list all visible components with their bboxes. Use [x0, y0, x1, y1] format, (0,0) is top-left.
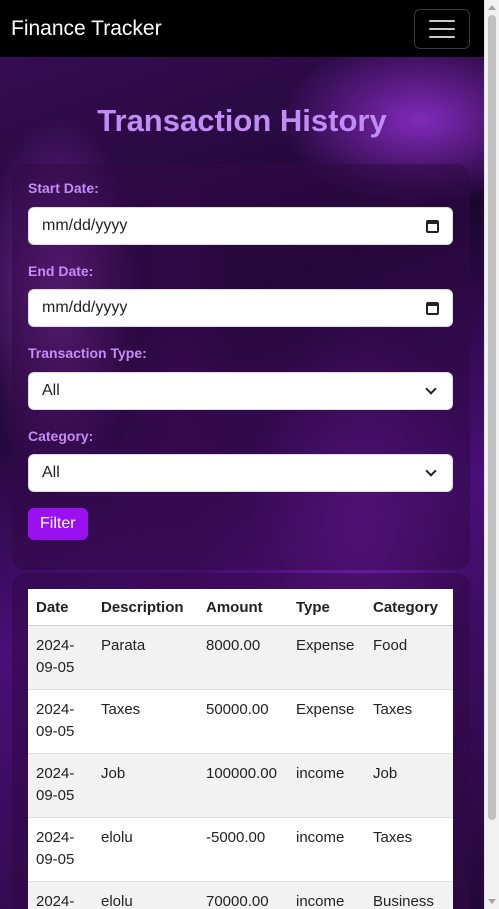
- cell-category: Job: [365, 753, 453, 818]
- cell-type: income: [288, 817, 365, 882]
- cell-category: Business: [365, 881, 453, 909]
- navbar: Finance Tracker: [0, 0, 484, 57]
- cell-amount: 8000.00: [198, 625, 288, 690]
- table-row: 2024-09-05 elolu -5000.00 income Taxes: [28, 817, 453, 882]
- start-date-placeholder: mm/dd/yyyy: [42, 217, 128, 234]
- table-row: 2024-09-05 Taxes 50000.00 Expense Taxes: [28, 689, 453, 754]
- cell-category: Taxes: [365, 817, 453, 882]
- category-select[interactable]: All: [28, 454, 453, 492]
- cell-category: Food: [365, 625, 453, 690]
- cell-amount: 50000.00: [198, 689, 288, 754]
- hamburger-menu-icon: [429, 35, 455, 38]
- cell-description: elolu: [93, 881, 198, 909]
- cell-category: Taxes: [365, 689, 453, 754]
- column-header-date: Date: [28, 589, 93, 626]
- calendar-icon[interactable]: [426, 219, 439, 233]
- table-row: 2024-09-05 Job 100000.00 income Job: [28, 753, 453, 818]
- cell-description: Taxes: [93, 689, 198, 754]
- transaction-type-select[interactable]: All: [28, 372, 453, 410]
- calendar-icon[interactable]: [426, 301, 439, 315]
- cell-date: 2024-09-05: [28, 753, 93, 818]
- column-header-description: Description: [93, 589, 198, 626]
- table-header-row: Date Description Amount Type Category: [28, 589, 453, 626]
- end-date-label: End Date:: [28, 263, 94, 279]
- cell-date: 2024-09-05: [28, 625, 93, 690]
- cell-description: Parata: [93, 625, 198, 690]
- cell-type: Expense: [288, 689, 365, 754]
- column-header-type: Type: [288, 589, 365, 626]
- category-value: All: [42, 464, 60, 481]
- category-label: Category:: [28, 428, 94, 444]
- cell-amount: 100000.00: [198, 753, 288, 818]
- start-date-label: Start Date:: [28, 180, 99, 196]
- cell-amount: 70000.00: [198, 881, 288, 909]
- cell-date: 2024-09-05: [28, 817, 93, 882]
- page-title: Transaction History: [97, 103, 387, 138]
- filter-form: Start Date: mm/dd/yyyy End Date: mm/dd/y…: [12, 164, 470, 570]
- end-date-placeholder: mm/dd/yyyy: [42, 299, 128, 316]
- brand-link[interactable]: Finance Tracker: [11, 17, 162, 41]
- cell-type: Expense: [288, 625, 365, 690]
- scrollbar-thumb[interactable]: [488, 15, 496, 820]
- scroll-down-arrow-icon[interactable]: [488, 899, 496, 904]
- table-row: 2024-09-05 Parata 8000.00 Expense Food: [28, 625, 453, 690]
- transaction-type-value: All: [42, 382, 60, 399]
- transactions-table: Date Description Amount Type Category 20…: [28, 589, 453, 909]
- page: Finance Tracker Transaction History Star…: [0, 0, 499, 909]
- cell-type: income: [288, 753, 365, 818]
- end-date-input[interactable]: mm/dd/yyyy: [28, 289, 453, 327]
- filter-button[interactable]: Filter: [28, 508, 88, 540]
- page-scrollbar[interactable]: [484, 0, 499, 909]
- cell-description: elolu: [93, 817, 198, 882]
- transactions-panel: Date Description Amount Type Category 20…: [12, 573, 470, 909]
- column-header-amount: Amount: [198, 589, 288, 626]
- cell-type: income: [288, 881, 365, 909]
- transaction-type-label: Transaction Type:: [28, 345, 147, 361]
- cell-description: Job: [93, 753, 198, 818]
- column-header-category: Category: [365, 589, 453, 626]
- scroll-up-arrow-icon[interactable]: [488, 5, 496, 10]
- chevron-down-icon: [425, 383, 437, 395]
- hamburger-menu-icon: [429, 19, 455, 22]
- cell-date: 2024-09-05: [28, 689, 93, 754]
- hamburger-menu-icon: [429, 27, 455, 30]
- start-date-input[interactable]: mm/dd/yyyy: [28, 207, 453, 245]
- cell-date: 2024-09-05: [28, 881, 93, 909]
- chevron-down-icon: [425, 465, 437, 477]
- cell-amount: -5000.00: [198, 817, 288, 882]
- table-row: 2024-09-05 elolu 70000.00 income Busines…: [28, 881, 453, 909]
- navbar-toggle-button[interactable]: [414, 8, 470, 49]
